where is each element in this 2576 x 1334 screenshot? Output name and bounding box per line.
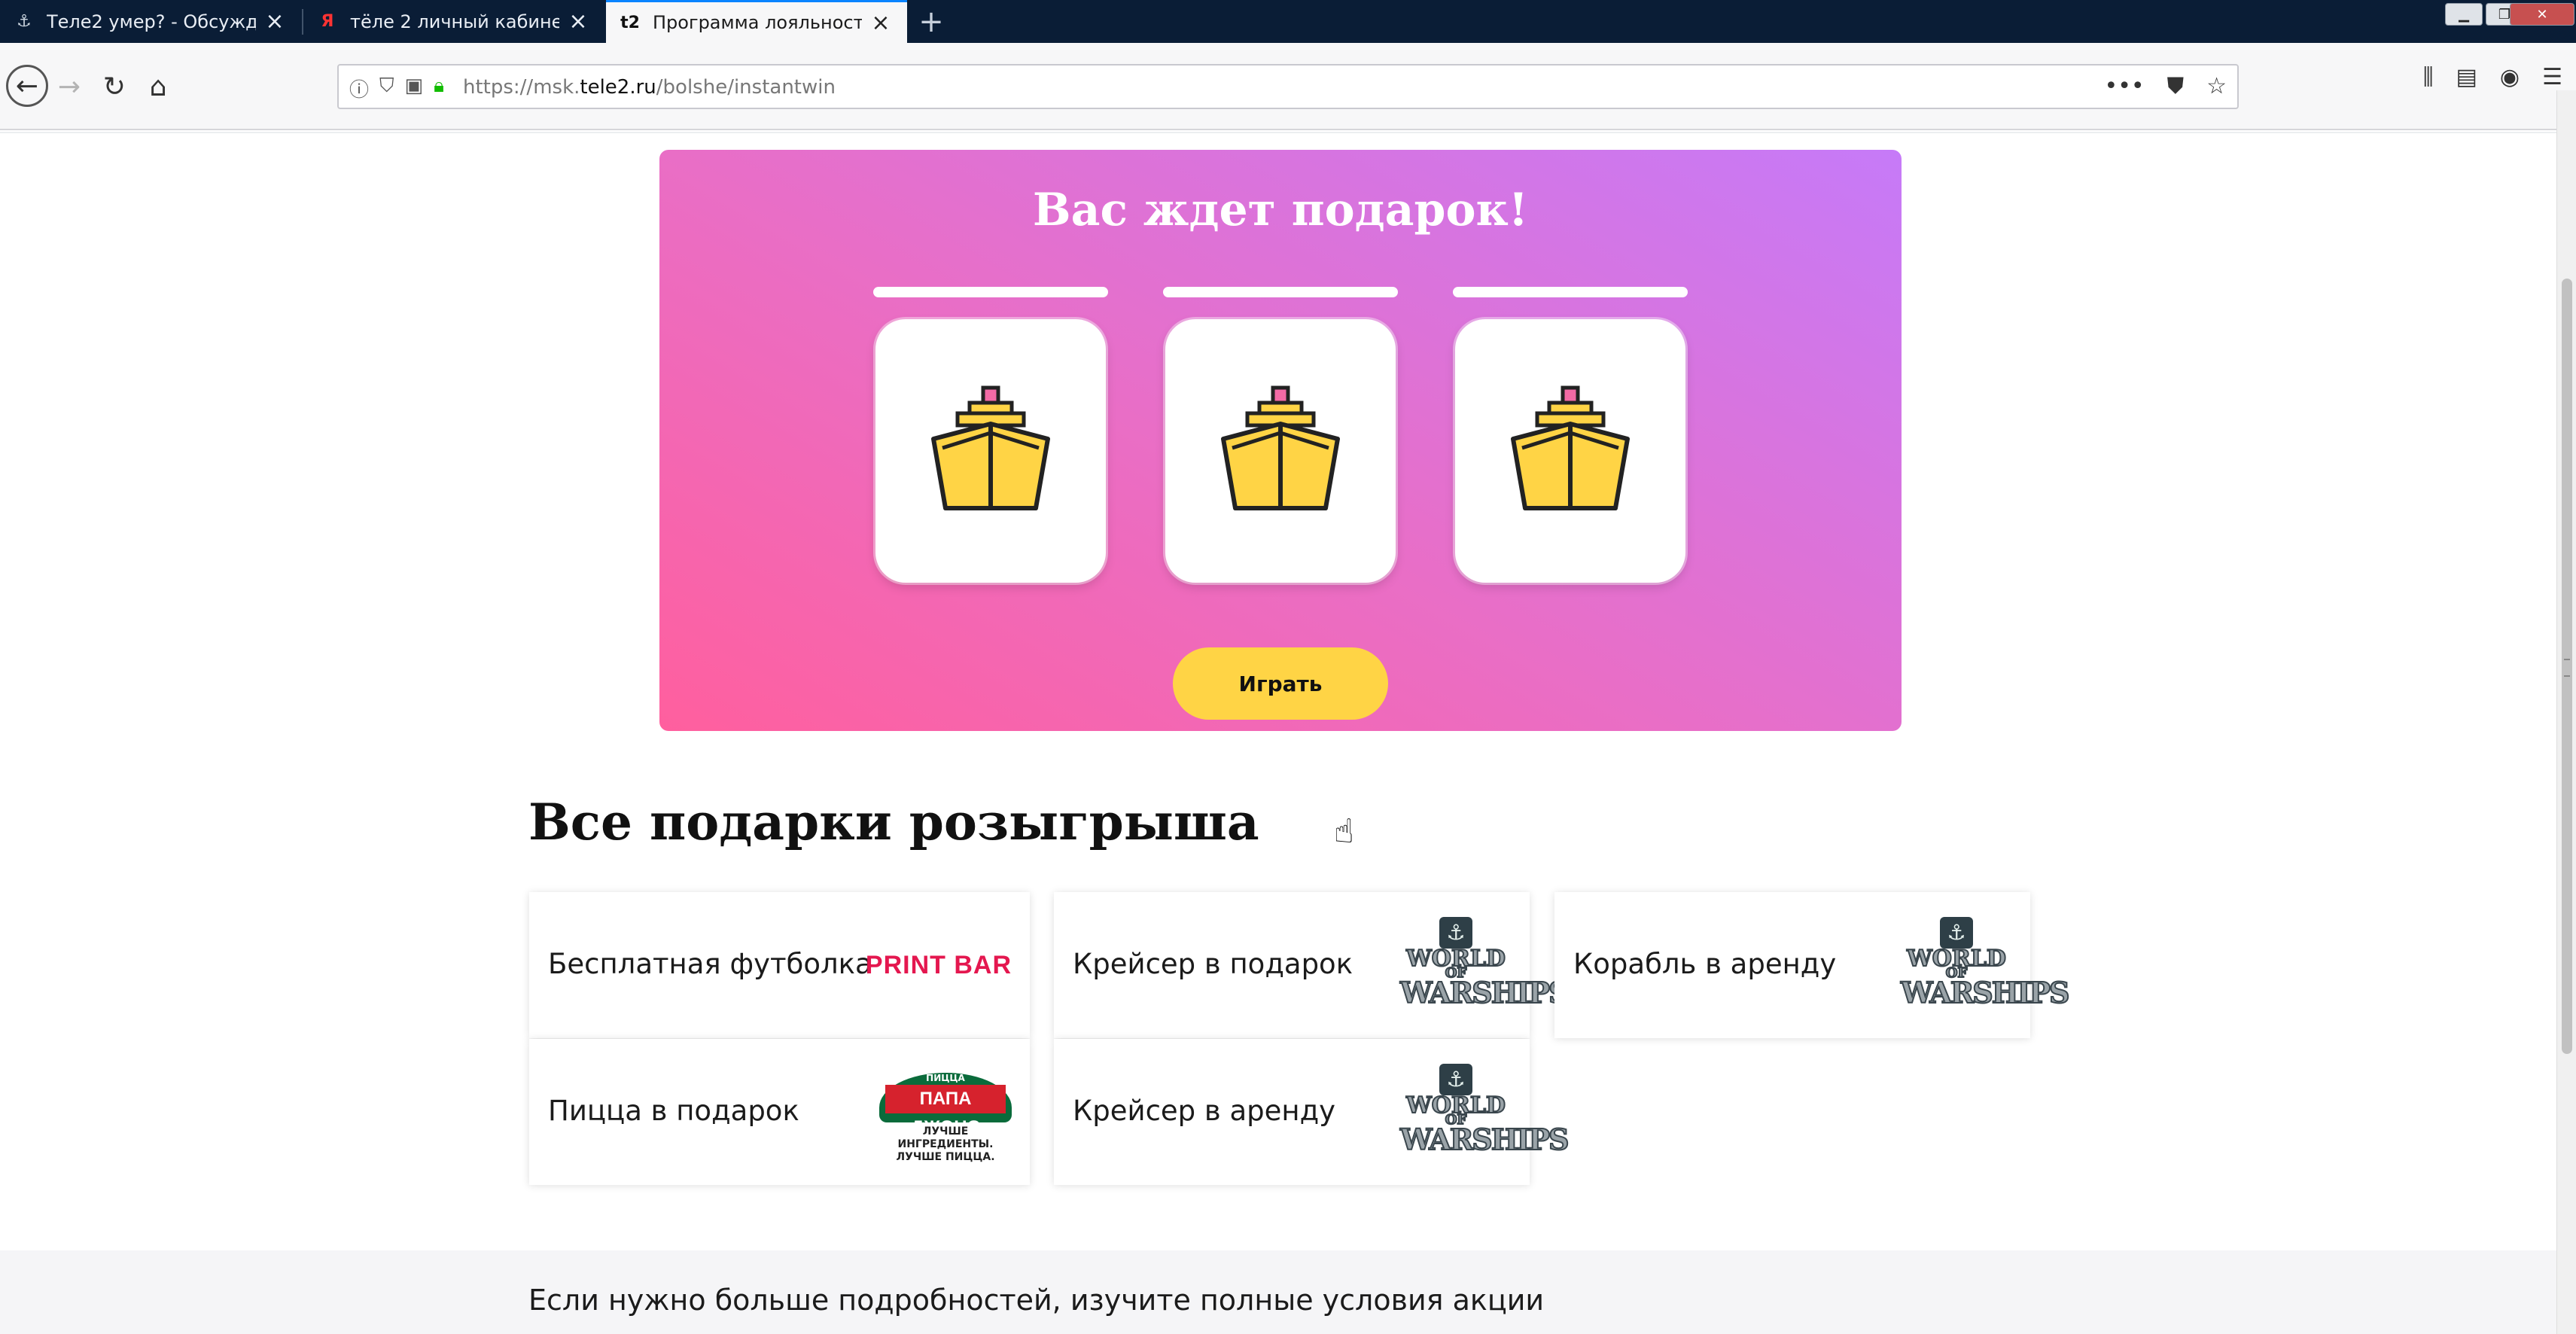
tab-title: тёле 2 личный кабинет регис: [350, 11, 559, 32]
web-page: Вас ждет подарок! Играть ☝ Все подарки р…: [0, 132, 2556, 1334]
browser-tab-3[interactable]: t2 Программа лояльности «По ×: [606, 0, 907, 43]
scrollbar-grip-icon: [2564, 659, 2570, 677]
gift-label: Корабль в аренду: [1573, 948, 1837, 980]
home-icon: ⌂: [149, 71, 167, 102]
papa-johns-logo: ПИЦЦА ПАПА ДЖОНС ЛУЧШЕ ИНГРЕДИЕНТЫ. ЛУЧШ…: [879, 1061, 1012, 1164]
close-tab-icon[interactable]: ×: [565, 8, 591, 35]
slot-card: [875, 319, 1106, 583]
permissions-icon[interactable]: ▣: [405, 75, 424, 102]
page-scrollbar[interactable]: [2556, 90, 2576, 1334]
gift-card-tshirt[interactable]: Бесплатная футболка PRINT BAR: [529, 892, 1030, 1038]
gift-card-cruiser-rent[interactable]: Крейсер в аренду ⚓ WORLD OF WARSHIPS: [1054, 1039, 1570, 1185]
url-host: tele2.ru: [580, 76, 656, 99]
slot-card: [1165, 319, 1396, 583]
promo-banner: Вас ждет подарок! Играть: [659, 150, 1902, 731]
tab-bar: ⚓ Теле2 умер? - Обсуждение W × Я тёле 2 …: [0, 0, 2576, 43]
anchor-icon: ⚓: [1940, 917, 1973, 949]
arrow-right-icon: →: [57, 71, 81, 102]
papa-logo-text: ПАПА ДЖОНС: [885, 1085, 1006, 1138]
navigation-toolbar: ← → ↻ ⌂ ⓘ ⛉ ▣ 🔒︎ https://msk.tele2.ru/bo…: [0, 43, 2576, 130]
tele2-icon: t2: [620, 13, 640, 32]
gift-label: Крейсер в аренду: [1073, 1095, 1336, 1127]
home-button[interactable]: ⌂: [137, 65, 179, 108]
new-tab-button[interactable]: +: [909, 0, 954, 43]
reload-button[interactable]: ↻: [93, 65, 135, 108]
close-window-button[interactable]: ✕: [2510, 3, 2574, 26]
wows-logo: ⚓ WORLD OF WARSHIPS: [1900, 915, 2070, 1016]
ship-icon: [1221, 385, 1340, 510]
gifts-section-title: Все подарки розыгрыша: [528, 793, 1259, 851]
wows-logo-text: WARSHIPS: [1900, 975, 2070, 1010]
close-tab-icon[interactable]: ×: [868, 10, 894, 36]
gift-label: Бесплатная футболка: [548, 948, 872, 980]
url-prefix: https://msk.: [463, 76, 580, 99]
wows-logo: ⚓ WORLD OF WARSHIPS: [1399, 915, 1570, 1016]
menu-icon[interactable]: ☰: [2542, 64, 2562, 90]
url-text[interactable]: https://msk.tele2.ru/bolshe/instantwin: [463, 76, 836, 99]
slot-card: [1455, 319, 1685, 583]
browser-tab-2[interactable]: Я тёле 2 личный кабинет регис ×: [303, 0, 604, 43]
url-path: /bolshe/instantwin: [656, 76, 836, 99]
papa-logo-text: ПИЦЦА: [926, 1073, 965, 1083]
header-divider: [0, 132, 2556, 133]
play-button[interactable]: Играть: [1173, 647, 1388, 720]
papa-tagline-line: ЛУЧШЕ ИНГРЕДИЕНТЫ.: [897, 1125, 994, 1150]
back-button[interactable]: ←: [6, 65, 48, 107]
papa-tagline-line: ЛУЧШЕ ПИЦЦА.: [896, 1151, 995, 1163]
close-tab-icon[interactable]: ×: [262, 8, 288, 35]
library-icon[interactable]: ⫼: [2423, 64, 2434, 90]
slot-indicator-bar: [1453, 287, 1688, 297]
forward-button[interactable]: →: [48, 65, 90, 108]
gift-card-pizza[interactable]: Пицца в подарок ПИЦЦА ПАПА ДЖОНС ЛУЧШЕ И…: [529, 1039, 1030, 1185]
promo-title: Вас ждет подарок!: [1032, 184, 1529, 236]
ship-icon: [1511, 385, 1630, 510]
reload-icon: ↻: [102, 71, 126, 102]
lock-icon[interactable]: 🔒︎: [434, 75, 444, 102]
sidebar-icon[interactable]: ▤: [2456, 64, 2477, 90]
tab-title: Теле2 умер? - Обсуждение W: [47, 11, 256, 32]
wows-logo: ⚓ WORLD OF WARSHIPS: [1399, 1061, 1570, 1162]
gift-card-cruiser-gift[interactable]: Крейсер в подарок ⚓ WORLD OF WARSHIPS: [1054, 892, 1570, 1038]
wows-anchor-icon: ⚓: [17, 12, 32, 31]
ship-icon: [931, 385, 1050, 510]
browser-tab-1[interactable]: ⚓ Теле2 умер? - Обсуждение W ×: [0, 0, 301, 43]
arrow-left-icon: ←: [15, 70, 39, 102]
wows-logo-text: WARSHIPS: [1399, 1122, 1570, 1157]
printbar-logo-text: PRINT BAR: [865, 950, 1012, 979]
shield-icon[interactable]: ⛉: [379, 75, 394, 102]
wows-logo-text: WARSHIPS: [1399, 975, 1570, 1010]
full-terms-link[interactable]: Если нужно больше подробностей, изучите …: [528, 1284, 1544, 1317]
slot-indicator-bar: [873, 287, 1108, 297]
minimize-window-button[interactable]: ▁: [2445, 3, 2483, 26]
anchor-icon: ⚓: [1439, 1064, 1472, 1095]
account-icon[interactable]: ◉: [2500, 64, 2520, 90]
info-icon[interactable]: ⓘ: [349, 75, 369, 102]
gift-card-ship-rent[interactable]: Корабль в аренду ⚓ WORLD OF WARSHIPS: [1554, 892, 2070, 1038]
anchor-icon: ⚓: [1439, 917, 1472, 949]
printbar-logo: PRINT BAR: [866, 915, 1012, 1016]
slot-indicator-bar: [1163, 287, 1398, 297]
tab-title: Программа лояльности «По: [653, 12, 862, 33]
yandex-icon: Я: [321, 12, 334, 31]
papa-tagline: ЛУЧШЕ ИНГРЕДИЕНТЫ. ЛУЧШЕ ПИЦЦА.: [879, 1125, 1012, 1164]
gift-label: Пицца в подарок: [548, 1095, 799, 1127]
url-bar[interactable]: ⓘ ⛉ ▣ 🔒︎ https://msk.tele2.ru/bolshe/ins…: [337, 64, 2239, 109]
more-actions-icon[interactable]: •••: [2105, 73, 2145, 99]
gift-label: Крейсер в подарок: [1073, 948, 1353, 980]
bookmark-star-icon[interactable]: ☆: [2206, 73, 2227, 99]
hand-cursor-icon: ☝: [1334, 812, 1354, 851]
pocket-icon[interactable]: ⛊: [2167, 73, 2185, 99]
